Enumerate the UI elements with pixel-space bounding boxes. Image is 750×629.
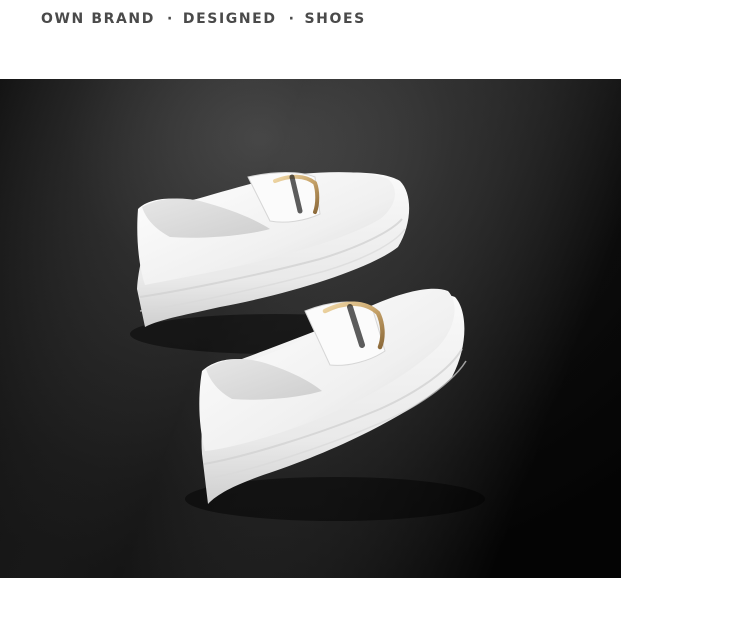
header-separator: · (166, 11, 174, 27)
header-shoes: SHOES (304, 11, 366, 27)
header-brand: OWN BRAND (41, 11, 155, 27)
header-designed: DESIGNED (182, 11, 277, 27)
product-photo-illustration (0, 79, 621, 578)
header-separator: · (288, 11, 296, 27)
page-header: OWN BRAND · DESIGNED · SHOES (41, 9, 366, 29)
product-photo (0, 79, 621, 578)
